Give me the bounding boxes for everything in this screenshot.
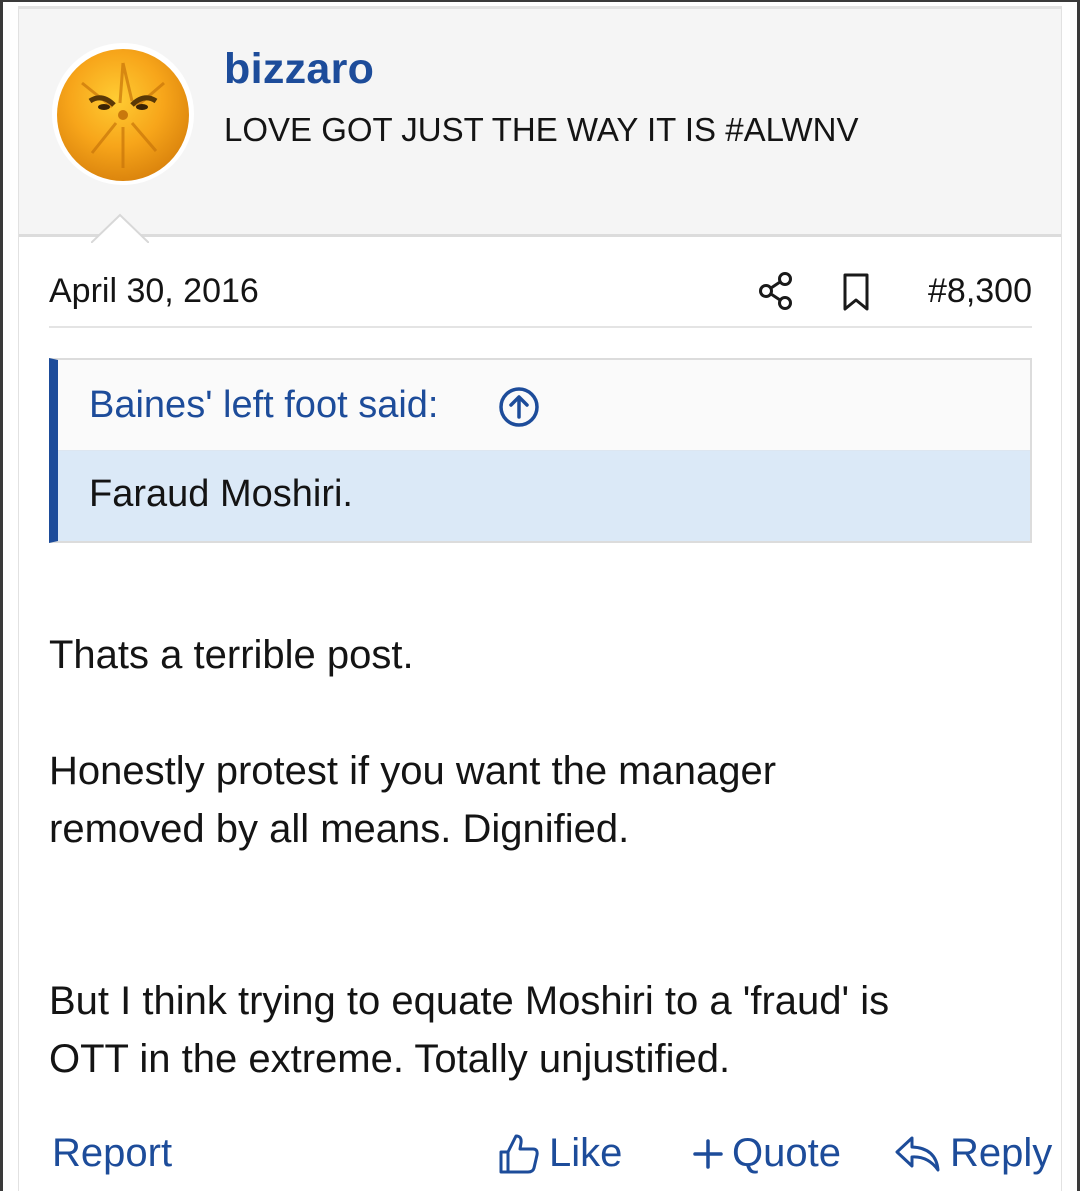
message-line: But I think trying to equate Moshiri to …: [49, 979, 890, 1023]
quote-body: Faraud Moshiri.: [58, 451, 1030, 541]
header-pointer: [91, 213, 149, 243]
post-number[interactable]: #8,300: [928, 272, 1032, 311]
message-line: removed by all means. Dignified.: [49, 807, 630, 851]
share-icon[interactable]: [759, 272, 793, 310]
quote-author[interactable]: Baines' left foot said:: [89, 384, 438, 427]
quote-text: Faraud Moshiri.: [89, 473, 353, 515]
plus-icon: [693, 1138, 723, 1169]
report-button[interactable]: Report: [52, 1131, 172, 1176]
forum-post: bizzaro LOVE GOT JUST THE WAY IT IS #ALW…: [18, 6, 1062, 1191]
message-line: Honestly protest if you want the manager: [49, 749, 777, 793]
like-button[interactable]: Like: [497, 1131, 622, 1176]
message-line: OTT in the extreme. Totally unjustified.: [49, 1037, 731, 1081]
post-date[interactable]: April 30, 2016: [49, 272, 259, 311]
avatar[interactable]: [52, 43, 194, 185]
post-meta: April 30, 2016 #8,300: [49, 246, 1032, 328]
user-title: LOVE GOT JUST THE WAY IT IS #ALWNV: [224, 111, 859, 148]
orange-avatar-icon: [57, 49, 189, 181]
bookmark-icon[interactable]: [841, 272, 871, 312]
arrow-up-circle-icon[interactable]: [498, 386, 540, 428]
message-paragraph: Thats a terrible post.: [49, 633, 414, 677]
reply-button[interactable]: Reply: [894, 1131, 1052, 1176]
like-label: Like: [549, 1131, 623, 1175]
quote-button[interactable]: Quote: [692, 1131, 841, 1176]
quote-label: Quote: [732, 1131, 841, 1175]
reply-label: Reply: [950, 1131, 1053, 1175]
thumbs-up-icon: [499, 1134, 539, 1173]
username-link[interactable]: bizzaro: [224, 45, 374, 94]
post-actions: Report Like Quote Reply: [49, 1131, 1052, 1187]
reply-arrow-icon: [895, 1136, 940, 1171]
quote-block: Baines' left foot said: Faraud Moshiri.: [49, 358, 1032, 543]
report-label: Report: [52, 1131, 173, 1175]
quote-header: Baines' left foot said:: [58, 360, 1030, 451]
user-header: bizzaro LOVE GOT JUST THE WAY IT IS #ALW…: [19, 6, 1061, 243]
